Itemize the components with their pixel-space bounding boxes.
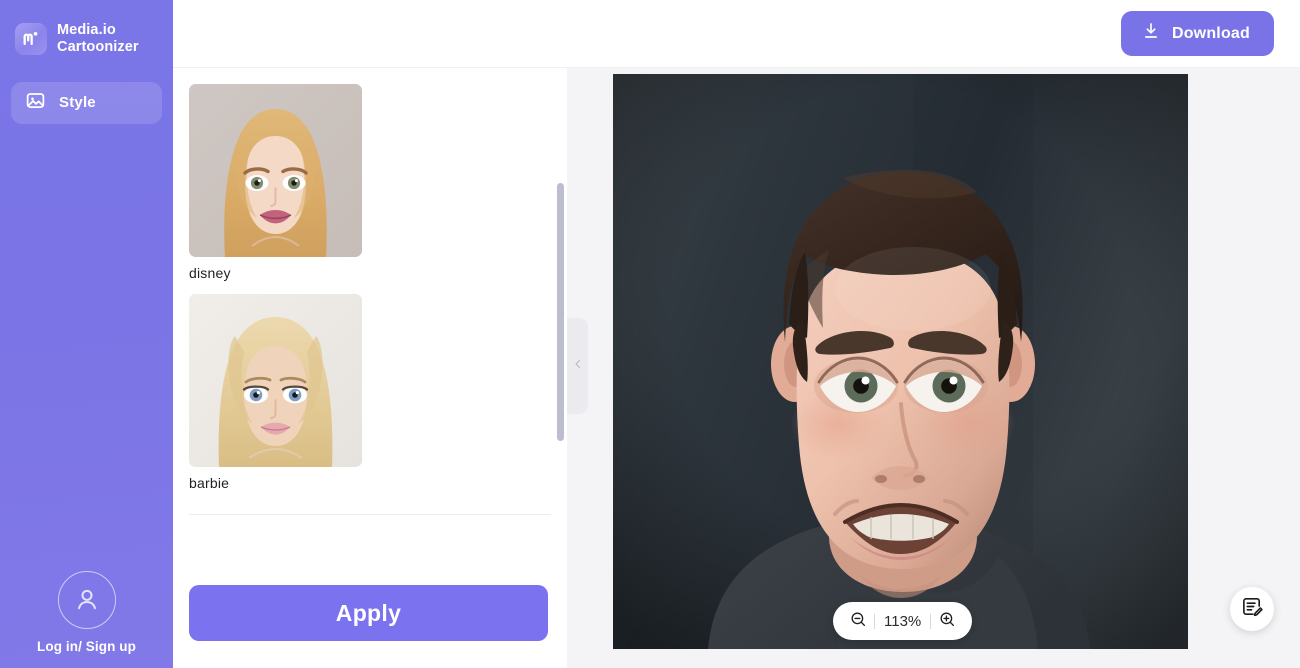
- zoom-level-value: 113%: [884, 612, 922, 630]
- sidebar: Media.io Cartoonizer Style Log in/ Sign …: [0, 0, 173, 668]
- style-option-disney[interactable]: disney: [189, 84, 551, 281]
- login-signup-label: Log in/ Sign up: [37, 639, 136, 654]
- preview-canvas: 113%: [567, 68, 1300, 668]
- zoom-in-icon: [938, 610, 957, 632]
- feedback-note-icon: [1241, 595, 1264, 623]
- apply-button-container: Apply: [173, 585, 567, 668]
- download-icon: [1141, 21, 1161, 46]
- download-button[interactable]: Download: [1120, 11, 1274, 56]
- media-io-m-logo-icon: [15, 22, 47, 55]
- feedback-button[interactable]: [1230, 587, 1274, 631]
- style-thumbnail-image: [189, 294, 362, 467]
- zoom-out-button[interactable]: [842, 605, 874, 637]
- image-icon: [25, 90, 46, 116]
- preview-image[interactable]: [613, 74, 1188, 649]
- apply-button[interactable]: Apply: [189, 585, 548, 641]
- panel-collapse-handle[interactable]: [567, 318, 588, 414]
- zoom-out-icon: [849, 610, 868, 632]
- sidebar-item-label: Style: [59, 94, 96, 112]
- main-region: Download disney barbie Apply 113%: [173, 0, 1300, 668]
- style-option-barbie[interactable]: barbie: [189, 294, 551, 491]
- app-root: Media.io Cartoonizer Style Log in/ Sign …: [0, 0, 1300, 668]
- user-avatar-icon: [57, 571, 116, 629]
- sidebar-item-style[interactable]: Style: [11, 81, 162, 124]
- sidebar-nav: Style: [0, 81, 173, 124]
- panel-divider: [189, 514, 551, 515]
- chevron-left-icon: [572, 357, 584, 375]
- login-signup-button[interactable]: Log in/ Sign up: [0, 571, 173, 668]
- style-option-label: disney: [189, 265, 231, 281]
- style-thumbnail-list: disney barbie: [173, 84, 567, 504]
- style-panel: disney barbie Apply: [173, 68, 567, 668]
- download-label: Download: [1171, 24, 1250, 42]
- body-area: disney barbie Apply 113%: [173, 68, 1300, 668]
- brand: Media.io Cartoonizer: [0, 0, 173, 56]
- style-panel-scrollbar[interactable]: [557, 183, 564, 441]
- zoom-control: 113%: [833, 602, 973, 640]
- topbar: Download: [173, 0, 1300, 68]
- style-thumbnail-image: [189, 84, 362, 257]
- brand-title: Media.io Cartoonizer: [57, 22, 139, 55]
- style-option-label: barbie: [189, 475, 230, 491]
- zoom-in-button[interactable]: [931, 605, 963, 637]
